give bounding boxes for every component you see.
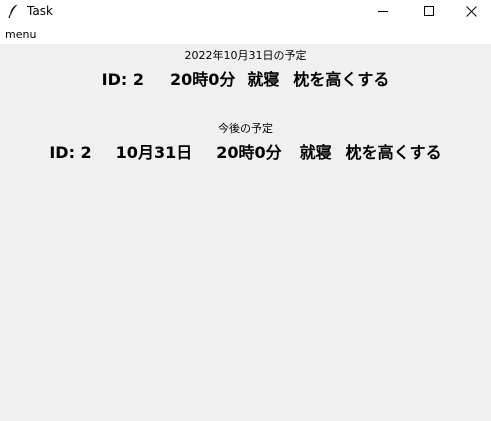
minimize-icon (378, 11, 388, 12)
upcoming-heading: 今後の予定 (218, 122, 273, 135)
minimize-button[interactable] (360, 0, 406, 22)
today-task-category: 就寝 (247, 70, 280, 89)
feather-icon (6, 3, 22, 19)
menu-bar: menu (0, 22, 491, 44)
today-task-time: 20時0分 (169, 70, 236, 89)
upcoming-task-category: 就寝 (299, 143, 332, 162)
title-bar: Task (0, 0, 491, 22)
upcoming-task-id: ID: 2 (49, 143, 92, 162)
main-content: 2022年10月31日の予定 ID: 2 20時0分 就寝 枕を高くする 今後の… (0, 44, 491, 421)
maximize-icon (424, 6, 434, 16)
today-task-description: 枕を高くする (293, 70, 390, 89)
upcoming-task-description: 枕を高くする (345, 143, 442, 162)
upcoming-task-row: ID: 2 10月31日 20時0分 就寝 枕を高くする (0, 143, 491, 163)
window-title: Task (27, 4, 53, 18)
today-heading: 2022年10月31日の予定 (184, 49, 307, 62)
close-icon (465, 5, 477, 17)
upcoming-task-date: 10月31日 (115, 143, 193, 162)
close-button[interactable] (451, 0, 491, 22)
today-task-id: ID: 2 (101, 70, 144, 89)
today-task-row: ID: 2 20時0分 就寝 枕を高くする (0, 70, 491, 90)
upcoming-task-time: 20時0分 (216, 143, 282, 162)
maximize-button[interactable] (406, 0, 452, 22)
menu-item-menu[interactable]: menu (5, 28, 36, 41)
